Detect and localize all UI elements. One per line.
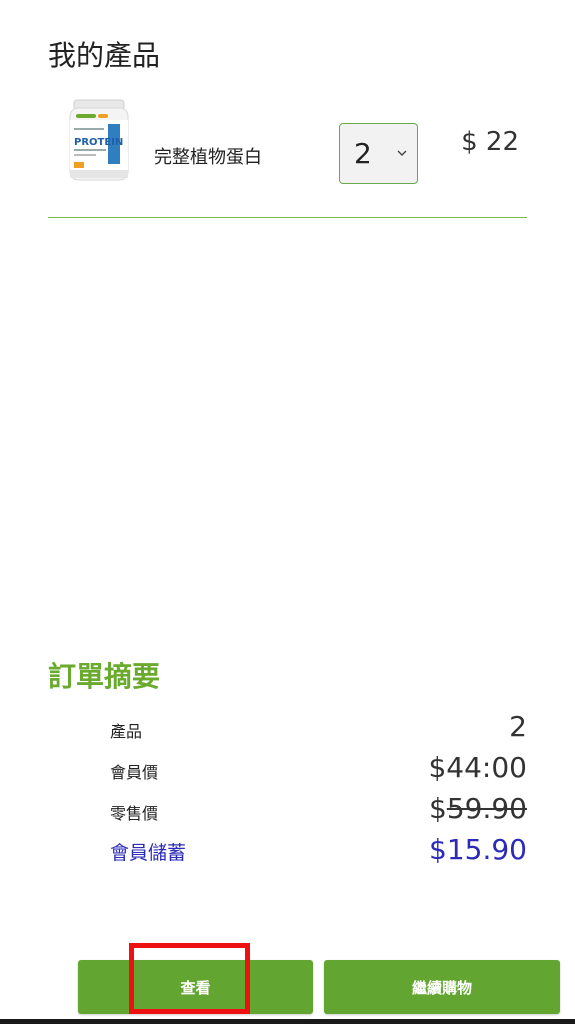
product-price: $ 22 [461, 127, 519, 157]
quantity-select[interactable]: 2 [339, 123, 418, 184]
summary-row-products: 產品 2 [110, 710, 527, 746]
continue-shopping-button[interactable]: 繼續購物 [324, 960, 560, 1014]
retail-price-label: 零售價 [110, 804, 159, 823]
chevron-down-icon [397, 150, 407, 156]
retail-price-value: $59.90 [429, 792, 527, 825]
summary-row-savings: 會員儲蓄 $15.90 [110, 833, 527, 869]
retail-price-currency: $ [429, 792, 447, 825]
quantity-value: 2 [354, 137, 372, 170]
retail-price-amount: 59.90 [446, 792, 527, 825]
view-button[interactable]: 查看 [78, 960, 313, 1014]
cart-item-row: PROTEIN 完整植物蛋白 2 $ 22 [48, 94, 527, 218]
product-thumbnail[interactable]: PROTEIN [66, 98, 132, 184]
products-count: 2 [509, 710, 527, 743]
member-savings-label: 會員儲蓄 [110, 842, 187, 864]
member-price-value: $44:00 [428, 751, 527, 784]
order-summary-title: 訂單摘要 [48, 660, 161, 693]
products-label: 產品 [110, 722, 143, 741]
protein-jar-image: PROTEIN [69, 99, 129, 181]
page-title: 我的產品 [48, 39, 161, 72]
product-name: 完整植物蛋白 [154, 147, 262, 168]
member-price-label: 會員價 [110, 763, 159, 782]
summary-row-member-price: 會員價 $44:00 [110, 751, 527, 787]
summary-row-retail-price: 零售價 $59.90 [110, 792, 527, 828]
member-savings-value: $15.90 [429, 833, 527, 866]
system-bottom-bar [0, 1019, 575, 1024]
thumbnail-brand-text: PROTEIN [74, 137, 123, 148]
